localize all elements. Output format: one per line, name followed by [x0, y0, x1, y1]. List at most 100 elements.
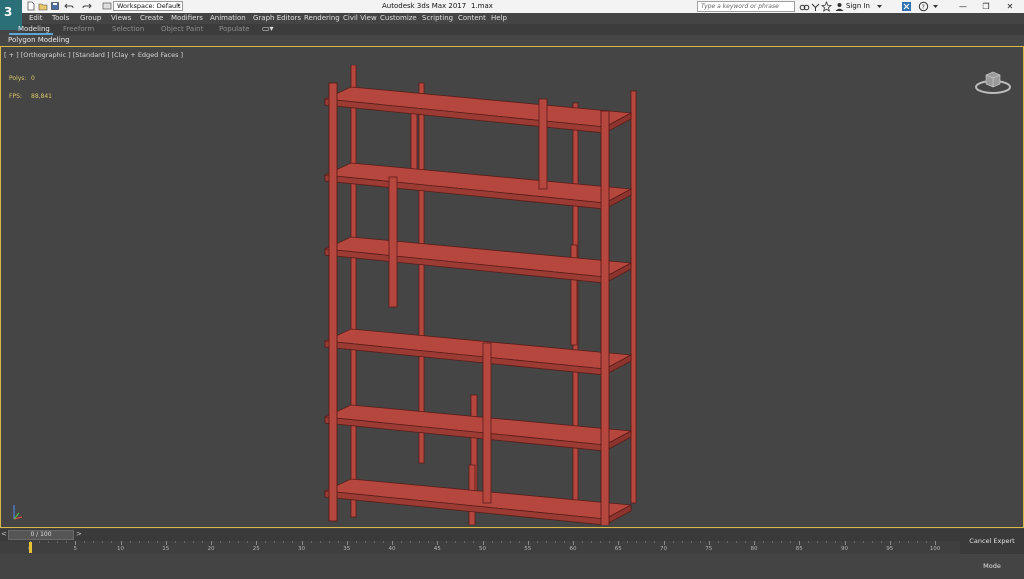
sign-in-link[interactable]: Sign In: [846, 2, 870, 10]
restore-button[interactable]: ❐: [975, 0, 997, 13]
menu-create[interactable]: Create: [140, 14, 163, 22]
minor-tick: [373, 541, 375, 543]
menu-group[interactable]: Group: [80, 14, 101, 22]
minor-tick: [419, 541, 421, 543]
minor-tick: [428, 541, 430, 543]
search-input[interactable]: Type a keyword or phrase: [697, 1, 795, 12]
redo-icon[interactable]: [82, 1, 92, 11]
dropdown-arrow-icon[interactable]: [874, 1, 885, 12]
tick-label: 60: [569, 546, 577, 552]
chevron-down-icon: ▾: [177, 3, 180, 9]
frame-ruler[interactable]: 0510152025303540455055606570758085909510…: [28, 541, 940, 554]
menu-animation[interactable]: Animation: [210, 14, 246, 22]
tick-mark: [437, 541, 439, 545]
minor-tick: [672, 541, 674, 543]
ribbon-tabs: Modeling Freeform Selection Object Paint…: [9, 24, 1024, 35]
favorites-star-icon[interactable]: [821, 1, 832, 12]
new-file-icon[interactable]: [26, 1, 36, 11]
minor-tick: [591, 541, 593, 543]
polys-label: Polys:: [9, 75, 27, 82]
minor-tick: [609, 541, 611, 543]
subscription-icon[interactable]: [810, 1, 821, 12]
track-bar[interactable]: 0510152025303540455055606570758085909510…: [0, 541, 960, 554]
tick-mark: [618, 541, 620, 545]
binoculars-icon[interactable]: [799, 1, 810, 12]
menu-edit[interactable]: Edit: [29, 14, 43, 22]
minor-tick: [699, 541, 701, 543]
menu-rendering[interactable]: Rendering: [304, 14, 340, 22]
tick-label: 15: [162, 546, 170, 552]
tab-modeling[interactable]: Modeling: [18, 25, 50, 33]
close-button[interactable]: ✕: [999, 0, 1021, 13]
tick-label: 45: [433, 546, 441, 552]
time-slider-thumb[interactable]: 0 / 100: [8, 530, 74, 540]
help-dropdown-icon[interactable]: [930, 1, 941, 12]
minimize-button[interactable]: —: [952, 0, 974, 13]
tick-label: 65: [614, 546, 622, 552]
viewport-perspective[interactable]: [ + ] [Orthographic ] [Standard ] [Clay …: [0, 46, 1024, 528]
minor-tick: [410, 541, 412, 543]
minor-tick: [763, 541, 765, 543]
minor-tick: [826, 541, 828, 543]
menu-modifiers[interactable]: Modifiers: [171, 14, 203, 22]
open-file-icon[interactable]: [38, 1, 48, 11]
polygon-modeling-panel[interactable]: Polygon Modeling: [8, 36, 70, 44]
minor-tick: [39, 541, 41, 543]
workspace-dropdown[interactable]: Workspace: Default ▾: [113, 1, 183, 11]
minor-tick: [627, 541, 629, 543]
tick-mark: [346, 541, 348, 545]
minor-tick: [925, 541, 927, 543]
minor-tick: [382, 541, 384, 543]
tab-selection[interactable]: Selection: [112, 25, 144, 33]
exchange-apps-icon[interactable]: [901, 1, 912, 12]
time-next-button[interactable]: >: [76, 530, 82, 538]
back-post: [630, 90, 637, 504]
minor-tick: [464, 541, 466, 543]
tick-mark: [301, 541, 303, 545]
front-post: [328, 82, 338, 522]
bookshelf-model[interactable]: [311, 65, 651, 525]
tick-mark: [211, 541, 212, 545]
minor-tick: [192, 541, 194, 543]
minor-tick: [744, 541, 746, 543]
minor-tick: [446, 541, 448, 543]
menu-content[interactable]: Content: [458, 14, 486, 22]
tick-mark: [708, 541, 710, 545]
tick-label: 95: [886, 546, 894, 552]
help-icon[interactable]: ?: [918, 1, 929, 12]
menu-views[interactable]: Views: [111, 14, 131, 22]
time-slider[interactable]: < 0 / 100 >: [0, 529, 960, 541]
fps-label: FPS:: [9, 93, 22, 100]
tab-freeform[interactable]: Freeform: [63, 25, 94, 33]
minor-tick: [174, 541, 176, 543]
tick-label: 50: [479, 546, 486, 552]
minor-tick: [455, 541, 457, 543]
minor-tick: [871, 541, 873, 543]
title-bar: Workspace: Default ▾ Autodesk 3ds Max 20…: [0, 0, 1024, 13]
minor-tick: [247, 541, 249, 543]
menu-help[interactable]: Help: [491, 14, 507, 22]
viewport-label[interactable]: [ + ] [Orthographic ] [Standard ] [Clay …: [4, 51, 183, 59]
menu-scripting[interactable]: Scripting: [422, 14, 453, 22]
minor-tick: [138, 541, 140, 543]
viewcube-icon[interactable]: [971, 67, 1011, 101]
tick-label: 100: [929, 546, 941, 552]
user-icon[interactable]: [834, 1, 845, 12]
menu-tools[interactable]: Tools: [52, 14, 69, 22]
undo-icon[interactable]: [64, 1, 74, 11]
minor-tick: [401, 541, 403, 543]
time-prev-button[interactable]: <: [1, 530, 7, 538]
minor-tick: [147, 541, 149, 543]
tab-object-paint[interactable]: Object Paint: [161, 25, 203, 33]
ribbon-options-icon[interactable]: ▭▾: [262, 24, 274, 33]
cancel-expert-mode-button[interactable]: Cancel Expert Mode: [960, 529, 1024, 570]
menu-graph-editors[interactable]: Graph Editors: [253, 14, 301, 22]
save-file-icon[interactable]: [50, 1, 60, 11]
menu-customize[interactable]: Customize: [380, 14, 417, 22]
menu-civil-view[interactable]: Civil View: [343, 14, 377, 22]
project-folder-icon[interactable]: [102, 1, 112, 11]
minor-tick: [790, 541, 792, 543]
polys-value: 0: [31, 75, 35, 82]
tab-populate[interactable]: Populate: [219, 25, 249, 33]
minor-tick: [582, 541, 584, 543]
